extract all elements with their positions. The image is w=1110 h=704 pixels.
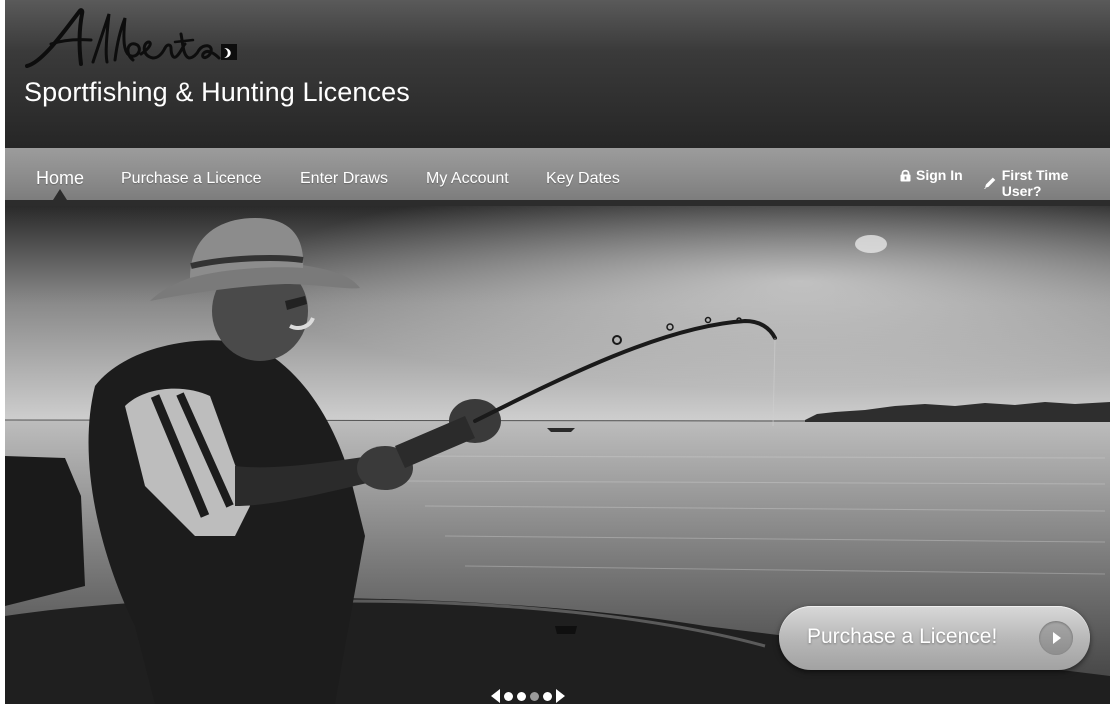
purchase-licence-cta[interactable]: Purchase a Licence! <box>779 606 1090 670</box>
cta-label: Purchase a Licence! <box>807 625 998 648</box>
sign-in-label: Sign In <box>916 167 963 183</box>
site-title: Sportfishing & Hunting Licences <box>24 77 410 107</box>
first-time-user-label: First Time User? <box>1001 167 1069 199</box>
carousel-dot[interactable] <box>543 691 552 701</box>
alberta-logo[interactable] <box>21 4 241 74</box>
nav-item-home[interactable]: Home <box>36 168 84 189</box>
nav-item-enter-draws[interactable]: Enter Draws <box>300 170 388 188</box>
play-arrow-icon <box>1039 621 1073 655</box>
carousel-dot-active[interactable] <box>530 691 539 701</box>
pencil-icon <box>983 177 996 189</box>
carousel-controls <box>491 689 565 703</box>
site-header: Sportfishing & Hunting Licences <box>5 0 1110 148</box>
carousel-dot[interactable] <box>504 691 513 701</box>
page-frame: Sportfishing & Hunting Licences Home Pur… <box>5 0 1110 704</box>
nav-item-purchase-a-licence[interactable]: Purchase a Licence <box>121 170 262 188</box>
main-nav: Home Purchase a Licence Enter Draws My A… <box>5 148 1110 206</box>
sign-in-link[interactable]: Sign In <box>900 167 963 183</box>
nav-item-my-account[interactable]: My Account <box>426 170 509 188</box>
carousel-next-icon[interactable] <box>556 689 565 703</box>
hero-banner: Purchase a Licence! <box>5 206 1110 704</box>
nav-item-key-dates[interactable]: Key Dates <box>546 170 620 188</box>
carousel-prev-icon[interactable] <box>491 689 500 703</box>
carousel-dot[interactable] <box>517 691 526 701</box>
active-indicator <box>53 189 67 200</box>
lock-icon <box>900 169 911 181</box>
first-time-user-link[interactable]: First Time User? <box>983 167 1110 199</box>
